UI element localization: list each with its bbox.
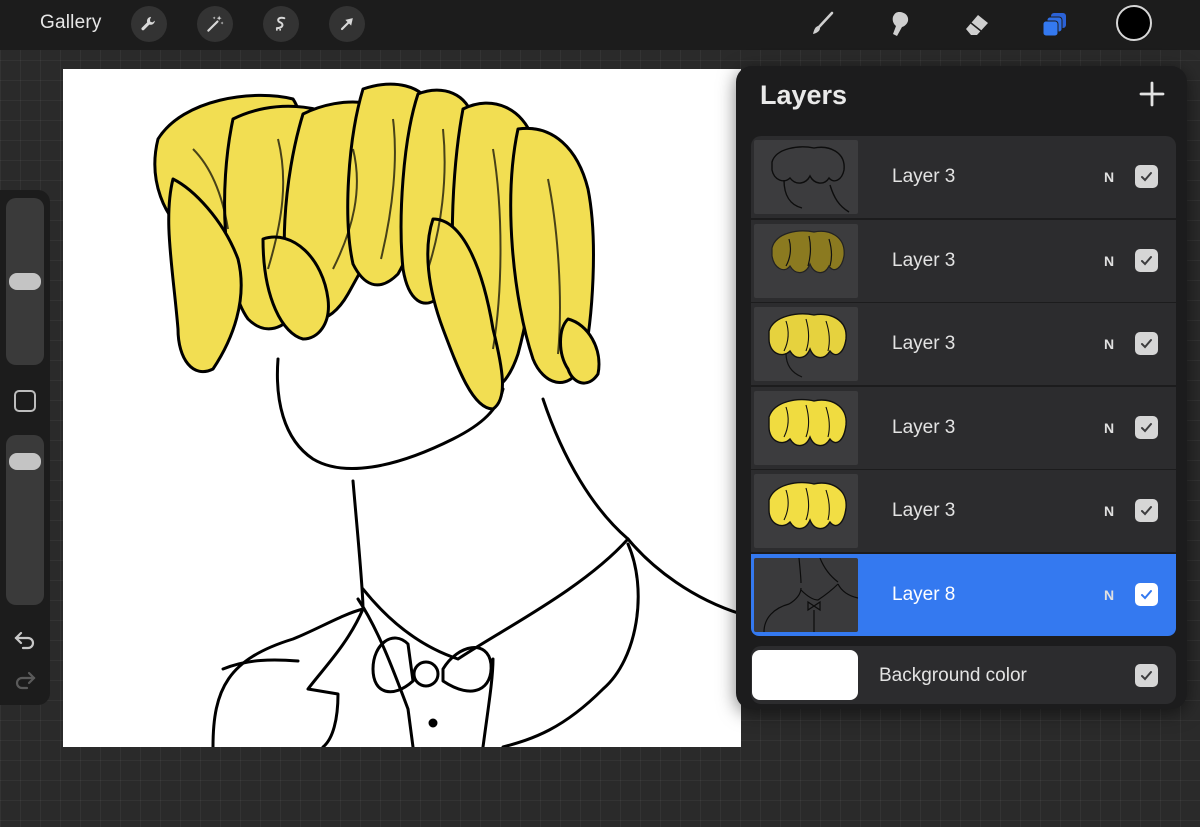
opacity-handle[interactable] <box>9 452 41 470</box>
brush-icon[interactable] <box>802 6 842 42</box>
background-visibility-checkbox[interactable] <box>1135 664 1158 687</box>
layer-row[interactable]: Layer 3 N <box>751 303 1176 385</box>
layer-thumbnail <box>754 307 858 381</box>
magic-wand-icon[interactable] <box>197 6 233 42</box>
blend-mode-button[interactable]: N <box>1104 587 1114 603</box>
checkmark-icon <box>1141 506 1152 516</box>
eraser-icon[interactable] <box>957 6 997 42</box>
layer-name[interactable]: Layer 3 <box>892 333 955 355</box>
layer-thumbnail <box>754 557 858 632</box>
drawing-canvas[interactable] <box>63 69 741 747</box>
layers-panel-title: Layers <box>760 80 848 110</box>
artwork-figure <box>153 82 741 747</box>
layer-visibility-checkbox[interactable] <box>1135 332 1158 355</box>
layer-thumbnail <box>754 223 858 298</box>
plus-icon[interactable] <box>1138 80 1166 108</box>
layer-visibility-checkbox[interactable] <box>1135 582 1158 606</box>
layer-name[interactable]: Layer 3 <box>892 417 955 439</box>
checkmark-icon <box>1141 589 1152 599</box>
layer-visibility-checkbox[interactable] <box>1135 499 1158 522</box>
layer-visibility-checkbox[interactable] <box>1135 415 1158 439</box>
layer-thumbnail <box>754 390 858 465</box>
checkmark-icon <box>1141 255 1152 265</box>
layer-list: Layer 3 N Layer 3 N Layer 3 N Layer 3 N … <box>751 136 1176 637</box>
layer-name[interactable]: Layer 3 <box>892 500 955 522</box>
checkmark-icon <box>1141 339 1152 349</box>
layer-name[interactable]: Layer 3 <box>892 166 955 188</box>
layer-row-selected[interactable]: Layer 8 N <box>751 553 1176 636</box>
layer-row[interactable]: Layer 3 N <box>751 470 1176 552</box>
checkmark-icon <box>1141 422 1152 432</box>
layer-visibility-checkbox[interactable] <box>1135 248 1158 272</box>
undo-icon[interactable] <box>13 627 37 651</box>
color-picker-button[interactable] <box>1116 5 1152 41</box>
redo-icon[interactable] <box>13 667 37 691</box>
brush-size-handle[interactable] <box>9 273 41 290</box>
selection-icon[interactable] <box>263 6 299 42</box>
blend-mode-button[interactable]: N <box>1104 169 1114 185</box>
layers-icon[interactable] <box>1035 6 1075 42</box>
blend-mode-button[interactable]: N <box>1104 253 1114 269</box>
checkmark-icon <box>1141 172 1152 182</box>
background-color-row[interactable]: Background color <box>751 646 1176 704</box>
left-sidebar <box>0 190 50 705</box>
layer-row[interactable]: Layer 3 N <box>751 136 1176 218</box>
blend-mode-button[interactable]: N <box>1104 503 1114 519</box>
smudge-icon[interactable] <box>880 6 920 42</box>
wrench-icon[interactable] <box>131 6 167 42</box>
layer-row[interactable]: Layer 3 N <box>751 219 1176 302</box>
transform-arrow-icon[interactable] <box>329 6 365 42</box>
layer-name[interactable]: Layer 8 <box>892 584 955 606</box>
background-color-label: Background color <box>879 665 1027 686</box>
opacity-slider[interactable] <box>6 435 44 605</box>
layer-visibility-checkbox[interactable] <box>1135 165 1158 188</box>
layer-name[interactable]: Layer 3 <box>892 250 955 272</box>
background-color-swatch[interactable] <box>752 650 858 700</box>
top-toolbar: Gallery <box>0 0 1200 50</box>
layers-panel: Layers Layer 3 N Layer 3 N Layer 3 N Lay… <box>736 66 1187 709</box>
checkmark-icon <box>1141 671 1152 681</box>
layer-row[interactable]: Layer 3 N <box>751 386 1176 469</box>
blend-mode-button[interactable]: N <box>1104 420 1114 436</box>
layer-thumbnail <box>754 140 858 214</box>
brush-size-slider[interactable] <box>6 198 44 365</box>
layer-thumbnail <box>754 474 858 548</box>
gallery-button[interactable]: Gallery <box>40 12 102 34</box>
blend-mode-button[interactable]: N <box>1104 336 1114 352</box>
modify-square-icon[interactable] <box>14 390 36 412</box>
